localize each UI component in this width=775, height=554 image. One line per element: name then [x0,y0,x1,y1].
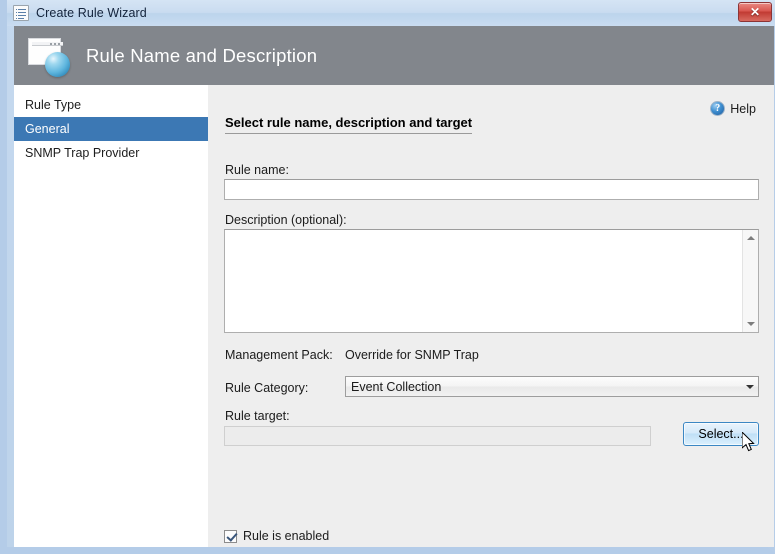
scroll-up-arrow-icon[interactable] [743,230,758,246]
help-label: Help [730,101,756,116]
rule-category-selected-value: Event Collection [351,379,442,394]
wizard-content-panel: ? Help Select rule name, description and… [208,85,774,547]
title-bar: Create Rule Wizard ✕ [7,0,775,26]
sidebar-item-general[interactable]: General [14,117,208,141]
window-title: Create Rule Wizard [36,6,147,20]
wizard-page-sphere-icon [26,36,72,77]
description-label: Description (optional): [225,213,347,227]
sidebar-item-snmp-trap-provider[interactable]: SNMP Trap Provider [14,141,208,165]
section-heading: Select rule name, description and target [225,115,473,134]
document-list-icon [13,5,29,21]
rule-target-label: Rule target: [225,409,290,423]
description-textarea[interactable] [225,230,742,332]
help-link[interactable]: ? Help [710,101,756,116]
chevron-down-icon[interactable] [741,384,758,389]
management-pack-label: Management Pack: [225,348,333,362]
rule-category-label: Rule Category: [225,381,309,395]
rule-is-enabled-checkbox[interactable] [224,529,237,543]
wizard-window: Create Rule Wizard ✕ Rule Name and Descr… [0,0,775,554]
close-button[interactable]: ✕ [738,2,772,22]
management-pack-value: Override for SNMP Trap [345,348,479,362]
description-scrollbar[interactable] [742,230,758,332]
rule-name-input[interactable] [224,179,759,200]
rule-category-dropdown[interactable]: Event Collection [345,376,759,397]
rule-is-enabled-label: Rule is enabled [243,529,330,543]
select-target-button[interactable]: Select... [683,422,759,446]
rule-is-enabled-row[interactable]: Rule is enabled [224,529,329,543]
description-field-wrapper [224,229,759,333]
rule-name-label: Rule name: [225,163,289,177]
wizard-step-sidebar: Rule Type General SNMP Trap Provider [14,85,208,547]
rule-target-input[interactable] [224,426,651,446]
wizard-header: Rule Name and Description [14,26,774,85]
sidebar-item-rule-type[interactable]: Rule Type [14,93,208,117]
scroll-down-arrow-icon[interactable] [743,316,758,332]
close-icon: ✕ [749,5,761,19]
scrollbar-track[interactable] [743,246,758,316]
wizard-page-title: Rule Name and Description [86,44,318,66]
help-question-icon: ? [710,101,726,116]
